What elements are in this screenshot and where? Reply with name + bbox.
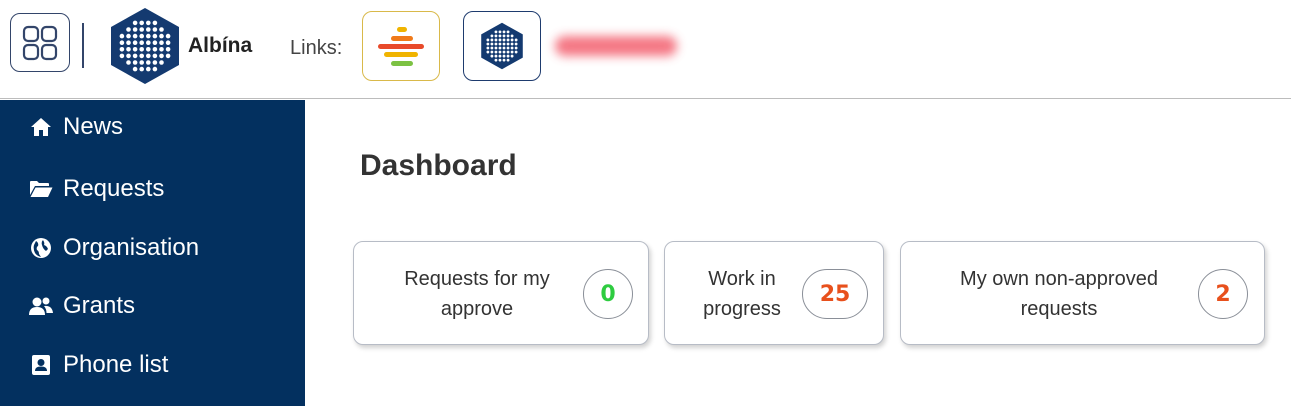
card-label: Requests for my approve xyxy=(404,268,550,320)
count-badge: 25 xyxy=(802,269,868,319)
brand-name: Albína xyxy=(188,34,253,57)
sidebar-item-label: Phone list xyxy=(63,350,169,378)
redacted-user-name[interactable] xyxy=(555,36,677,56)
users-icon xyxy=(28,295,54,317)
sidebar-item-phone-list[interactable]: Phone list xyxy=(0,336,305,395)
sidebar-item-label: Requests xyxy=(63,175,165,203)
count-badge: 0 xyxy=(583,269,633,319)
hexagon-dots-icon xyxy=(481,22,523,70)
striped-bars-icon xyxy=(378,27,424,66)
header-divider xyxy=(82,23,84,68)
link-striped-app[interactable] xyxy=(362,11,440,81)
card-label: My own non-approved requests xyxy=(960,268,1158,320)
folder-open-icon xyxy=(28,178,54,200)
sidebar-item-label: Organisation xyxy=(63,233,200,261)
sidebar-item-label: Grants xyxy=(63,292,136,320)
sidebar-item-news[interactable]: News xyxy=(0,100,305,160)
page-title: Dashboard xyxy=(360,149,517,182)
link-albina-app[interactable] xyxy=(463,11,541,81)
links-label: Links: xyxy=(290,37,343,59)
sidebar-item-label: News xyxy=(63,113,124,140)
top-header: Albína Links: xyxy=(0,0,1291,99)
sidebar-item-organisation[interactable]: Organisation xyxy=(0,219,305,278)
grid-apps-icon xyxy=(22,25,58,60)
contact-card-icon xyxy=(28,354,54,376)
sidebar-item-requests[interactable]: Requests xyxy=(0,160,305,219)
globe-icon xyxy=(28,237,54,259)
home-icon xyxy=(28,116,54,138)
dashboard-card-own-non-approved[interactable]: My own non-approved requests 2 xyxy=(900,241,1265,345)
apps-menu-button[interactable] xyxy=(10,13,70,72)
card-label: Work in progress xyxy=(703,268,781,320)
dashboard-card-work-in-progress[interactable]: Work in progress 25 xyxy=(664,241,884,345)
sidebar-item-grants[interactable]: Grants xyxy=(0,277,305,336)
albina-logo[interactable] xyxy=(109,6,181,86)
sidebar: News Requests Organisation Grants Phone … xyxy=(0,100,305,406)
dashboard-card-requests-for-approval[interactable]: Requests for my approve 0 xyxy=(353,241,649,345)
count-badge: 2 xyxy=(1198,269,1248,319)
